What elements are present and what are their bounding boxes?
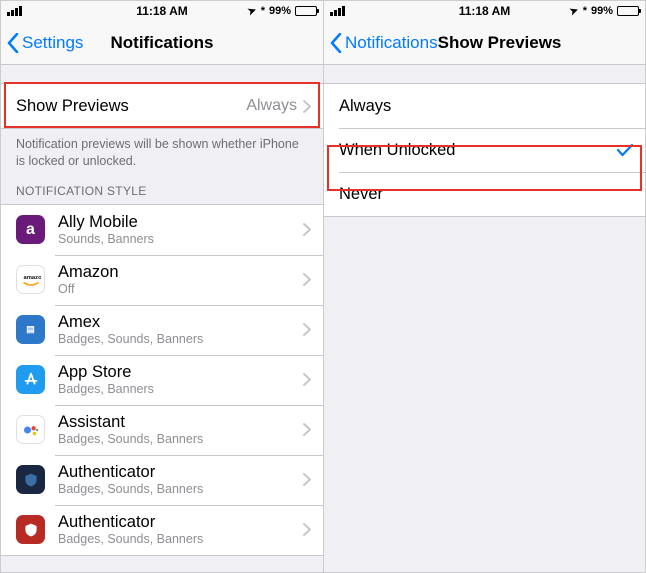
app-detail: Badges, Sounds, Banners — [58, 532, 297, 546]
preview-options-list: Always When Unlocked Never — [324, 83, 645, 217]
location-icon: ➤ — [247, 4, 259, 17]
ally-mobile-icon: a — [16, 215, 45, 244]
battery-icon — [295, 6, 317, 16]
amex-icon: ▤ — [16, 315, 45, 344]
svg-text:amazon: amazon — [23, 275, 41, 281]
back-label: Settings — [22, 33, 83, 53]
nav-bar: Settings Notifications — [1, 21, 323, 65]
app-detail: Badges, Sounds, Banners — [58, 482, 297, 496]
assistant-icon — [16, 415, 45, 444]
app-text: AuthenticatorBadges, Sounds, Banners — [58, 463, 297, 496]
app-row[interactable]: amazon AmazonOff — [1, 255, 323, 305]
app-list: a Ally MobileSounds, Banners amazon AmazonO… — [1, 204, 323, 556]
bluetooth-icon: * — [583, 5, 587, 17]
back-button[interactable]: Settings — [7, 33, 83, 53]
content-right: Always When Unlocked Never — [324, 65, 645, 572]
app-text: AmexBadges, Sounds, Banners — [58, 313, 297, 346]
show-previews-group: Show Previews Always — [1, 83, 323, 129]
back-button[interactable]: Notifications — [330, 33, 438, 53]
app-name: Amex — [58, 313, 297, 332]
app-text: AssistantBadges, Sounds, Banners — [58, 413, 297, 446]
show-previews-label: Show Previews — [16, 97, 246, 116]
app-row[interactable]: ▤ AmexBadges, Sounds, Banners — [1, 305, 323, 355]
phone-right: 11:18 AM ➤ * 99% Notifications Show Prev… — [323, 1, 645, 572]
app-name: Authenticator — [58, 513, 297, 532]
app-row[interactable]: a Ally MobileSounds, Banners — [1, 205, 323, 255]
authenticator-icon — [16, 465, 45, 494]
battery-pct: 99% — [591, 5, 613, 17]
chevron-right-icon — [303, 100, 311, 113]
chevron-left-icon — [7, 33, 19, 53]
app-text: AmazonOff — [58, 263, 297, 296]
show-previews-footer: Notification previews will be shown whet… — [1, 129, 323, 178]
chevron-left-icon — [330, 33, 342, 53]
app-row[interactable]: AuthenticatorBadges, Sounds, Banners — [1, 455, 323, 505]
app-text: App StoreBadges, Banners — [58, 363, 297, 396]
preview-option-row[interactable]: Always — [324, 84, 645, 128]
chevron-right-icon — [303, 273, 311, 286]
app-row[interactable]: App StoreBadges, Banners — [1, 355, 323, 405]
app-name: Authenticator — [58, 463, 297, 482]
option-label: Always — [339, 97, 633, 116]
chevron-right-icon — [303, 223, 311, 236]
signal-icon — [330, 6, 345, 16]
status-left — [330, 6, 345, 16]
app-name: Ally Mobile — [58, 213, 297, 232]
show-previews-row[interactable]: Show Previews Always — [1, 84, 323, 128]
authenticator-icon — [16, 515, 45, 544]
chevron-right-icon — [303, 373, 311, 386]
app-name: Assistant — [58, 413, 297, 432]
app-text: AuthenticatorBadges, Sounds, Banners — [58, 513, 297, 546]
app-name: App Store — [58, 363, 297, 382]
status-bar: 11:18 AM ➤ * 99% — [324, 1, 645, 21]
location-icon: ➤ — [569, 4, 581, 17]
status-right: ➤ * 99% — [248, 5, 317, 17]
chevron-right-icon — [303, 423, 311, 436]
option-label: When Unlocked — [339, 141, 617, 160]
app-detail: Sounds, Banners — [58, 232, 297, 246]
app-detail: Badges, Sounds, Banners — [58, 332, 297, 346]
notification-style-header: NOTIFICATION STYLE — [1, 178, 323, 204]
app-name: Amazon — [58, 263, 297, 282]
content-left: Show Previews Always Notification previe… — [1, 65, 323, 572]
nav-bar: Notifications Show Previews — [324, 21, 645, 65]
app-row[interactable]: AuthenticatorBadges, Sounds, Banners — [1, 505, 323, 555]
app-store-icon — [16, 365, 45, 394]
chevron-right-icon — [303, 473, 311, 486]
back-label: Notifications — [345, 33, 438, 53]
checkmark-icon — [617, 143, 633, 157]
status-left — [7, 6, 22, 16]
preview-option-row[interactable]: Never — [324, 172, 645, 216]
app-detail: Off — [58, 282, 297, 296]
bluetooth-icon: * — [261, 5, 265, 17]
signal-icon — [7, 6, 22, 16]
app-detail: Badges, Sounds, Banners — [58, 432, 297, 446]
preview-option-row[interactable]: When Unlocked — [324, 128, 645, 172]
battery-icon — [617, 6, 639, 16]
phone-left: 11:18 AM ➤ * 99% Settings Notifications … — [1, 1, 323, 572]
battery-pct: 99% — [269, 5, 291, 17]
show-previews-value: Always — [246, 97, 297, 115]
chevron-right-icon — [303, 523, 311, 536]
option-label: Never — [339, 185, 633, 204]
chevron-right-icon — [303, 323, 311, 336]
app-row[interactable]: AssistantBadges, Sounds, Banners — [1, 405, 323, 455]
status-right: ➤ * 99% — [570, 5, 639, 17]
amazon-icon: amazon — [16, 265, 45, 294]
status-bar: 11:18 AM ➤ * 99% — [1, 1, 323, 21]
app-text: Ally MobileSounds, Banners — [58, 213, 297, 246]
app-detail: Badges, Banners — [58, 382, 297, 396]
